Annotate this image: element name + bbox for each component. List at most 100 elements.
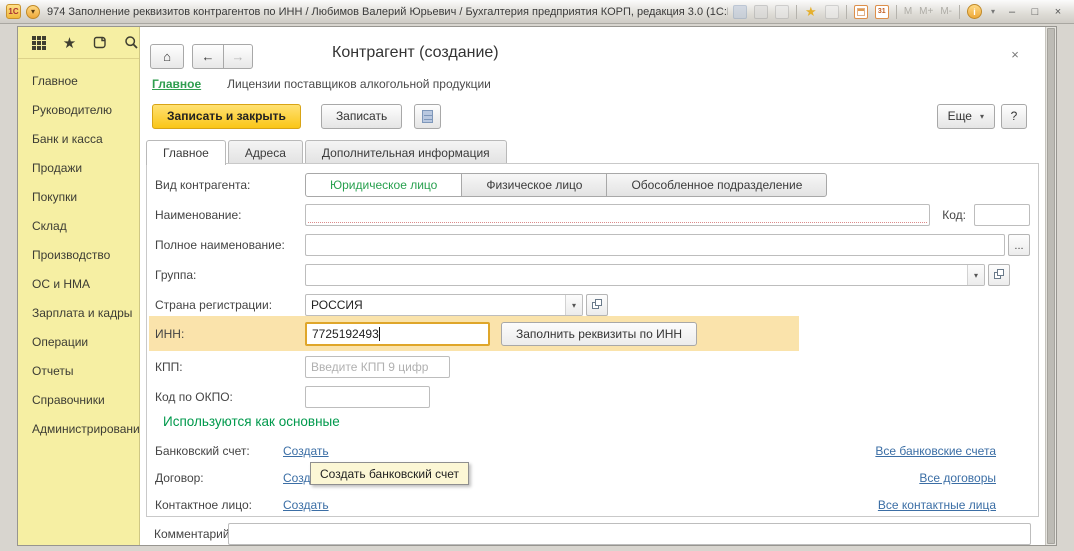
close-window-button[interactable]: × [1050, 5, 1066, 19]
save-file-icon[interactable] [733, 5, 747, 19]
sidebar-item-administrirovanie[interactable]: Администрирование [18, 415, 139, 444]
breadcrumb-licenses-link[interactable]: Лицензии поставщиков алкогольной продукц… [227, 77, 491, 91]
ellipsis-button[interactable]: ... [1008, 234, 1030, 256]
print-preview-icon[interactable] [775, 5, 789, 19]
country-row: Страна регистрации: ▾ [155, 292, 1030, 318]
code-label: Код: [942, 208, 966, 222]
kind-label: Вид контрагента: [155, 178, 305, 192]
country-dropdown-icon[interactable]: ▾ [565, 295, 582, 315]
window-titlebar: 1С ▾ 974 Заполнение реквизитов контраген… [0, 0, 1074, 24]
maximize-button[interactable]: □ [1027, 5, 1043, 19]
name-input[interactable] [305, 204, 930, 226]
memory-m-plus-button[interactable]: M+ [919, 5, 933, 19]
sidebar-item-sklad[interactable]: Склад [18, 212, 139, 241]
okpo-row: Код по ОКПО: [155, 384, 1030, 410]
sidebar-item-rukovoditelyu[interactable]: Руководителю [18, 96, 139, 125]
app-logo-icon: 1С [6, 4, 21, 19]
favorites-star-icon[interactable]: ★ [804, 5, 818, 19]
system-menu-icon[interactable]: ▾ [26, 5, 40, 19]
save-button[interactable]: Записать [321, 104, 402, 129]
history-icon[interactable] [93, 35, 108, 51]
sidebar-item-operacii[interactable]: Операции [18, 328, 139, 357]
back-button[interactable]: ← [192, 44, 224, 69]
create-contact-link[interactable]: Создать [283, 498, 329, 512]
group-open-button[interactable] [988, 264, 1010, 286]
memory-m-minus-button[interactable]: M- [940, 5, 952, 19]
breadcrumb-main-link[interactable]: Главное [152, 77, 201, 91]
kpp-input[interactable] [305, 356, 450, 378]
kind-option-individual[interactable]: Физическое лицо [461, 173, 607, 197]
contract-row: Договор: Создать Все договоры Создать ба… [155, 465, 1030, 491]
contract-label: Договор: [155, 471, 283, 485]
group-dropdown-icon[interactable]: ▾ [967, 265, 984, 285]
tooltip-create-bank-account: Создать банковский счет [310, 462, 469, 485]
group-label: Группа: [155, 268, 305, 282]
sidebar-item-os-i-nma[interactable]: ОС и НМА [18, 270, 139, 299]
more-button[interactable]: Еще ▾ [937, 104, 995, 129]
comment-input[interactable] [228, 523, 1031, 545]
fill-by-inn-button[interactable]: Заполнить реквизиты по ИНН [501, 322, 697, 346]
help-button[interactable]: ? [1001, 104, 1027, 129]
bank-account-row: Банковский счет: Создать Все банковские … [155, 438, 1030, 464]
country-open-button[interactable] [586, 294, 608, 316]
sections-sidebar: ★ Главное Руководителю Банк и касса Прод… [18, 27, 140, 545]
tab-glavnoe[interactable]: Главное [146, 140, 226, 165]
kind-row: Вид контрагента: Юридическое лицо Физиче… [155, 172, 1030, 198]
save-and-close-button[interactable]: Записать и закрыть [152, 104, 301, 129]
menu-grid-icon[interactable] [31, 35, 46, 51]
contact-label: Контактное лицо: [155, 498, 283, 512]
sidebar-item-bank-i-kassa[interactable]: Банк и касса [18, 125, 139, 154]
minimize-button[interactable]: – [1004, 5, 1020, 19]
okpo-label: Код по ОКПО: [155, 390, 305, 404]
sidebar-item-prodazhi[interactable]: Продажи [18, 154, 139, 183]
comment-row: Комментарий: [154, 523, 1031, 545]
okpo-input[interactable] [305, 386, 430, 408]
kind-option-separate-division[interactable]: Обособленное подразделение [606, 173, 827, 197]
home-button[interactable]: ⌂ [150, 44, 184, 69]
sidebar-item-proizvodstvo[interactable]: Производство [18, 241, 139, 270]
titlebar-toolbar: ★ 31 M M+ M- i ▾ – □ × [733, 4, 1068, 19]
close-form-icon[interactable]: × [1007, 47, 1023, 62]
full-name-input[interactable] [305, 234, 1005, 256]
code-input[interactable] [974, 204, 1030, 226]
name-label: Наименование: [155, 208, 305, 222]
kpp-row: КПП: [155, 354, 1030, 380]
separator [846, 5, 847, 19]
sidebar-item-zarplata-i-kadry[interactable]: Зарплата и кадры [18, 299, 139, 328]
tab-adresa[interactable]: Адреса [228, 140, 303, 164]
sidebar-item-pokupki[interactable]: Покупки [18, 183, 139, 212]
calendar-icon[interactable]: 31 [875, 5, 889, 19]
all-contracts-link[interactable]: Все договоры [919, 471, 996, 485]
form-tabs: Главное Адреса Дополнительная информация [146, 139, 1039, 164]
sidebar-item-glavnoe[interactable]: Главное [18, 67, 139, 96]
tab-dop-informaciya[interactable]: Дополнительная информация [305, 140, 507, 164]
country-combo: ▾ [305, 294, 583, 316]
info-icon[interactable]: i [967, 4, 982, 19]
sidebar-toolbar: ★ [18, 27, 139, 59]
main-usage-section-heading: Используются как основные [163, 414, 340, 429]
favorites-icon[interactable]: ★ [62, 35, 77, 51]
forward-button[interactable]: → [223, 44, 253, 69]
open-icon [595, 299, 602, 306]
document-icon[interactable] [825, 5, 839, 19]
create-bank-account-link[interactable]: Создать [283, 444, 329, 458]
more-button-label: Еще [948, 109, 972, 123]
vertical-scrollbar[interactable] [1045, 27, 1056, 545]
scrollbar-thumb[interactable] [1047, 28, 1055, 544]
memory-m-button[interactable]: M [904, 5, 912, 19]
country-input[interactable] [306, 295, 565, 315]
search-icon[interactable] [124, 35, 139, 51]
group-input[interactable] [306, 265, 967, 285]
related-documents-button[interactable] [414, 104, 441, 129]
kind-option-legal-entity[interactable]: Юридическое лицо [305, 173, 462, 197]
info-dropdown-icon[interactable]: ▾ [989, 5, 997, 19]
inn-input[interactable] [305, 322, 490, 346]
all-contacts-link[interactable]: Все контактные лица [878, 498, 996, 512]
open-icon [997, 269, 1004, 276]
print-icon[interactable] [754, 5, 768, 19]
sidebar-item-spravochniki[interactable]: Справочники [18, 386, 139, 415]
all-bank-accounts-link[interactable]: Все банковские счета [875, 444, 996, 458]
calculator-icon[interactable] [854, 5, 868, 19]
tab-page-main: Вид контрагента: Юридическое лицо Физиче… [146, 163, 1039, 517]
sidebar-item-otchety[interactable]: Отчеты [18, 357, 139, 386]
